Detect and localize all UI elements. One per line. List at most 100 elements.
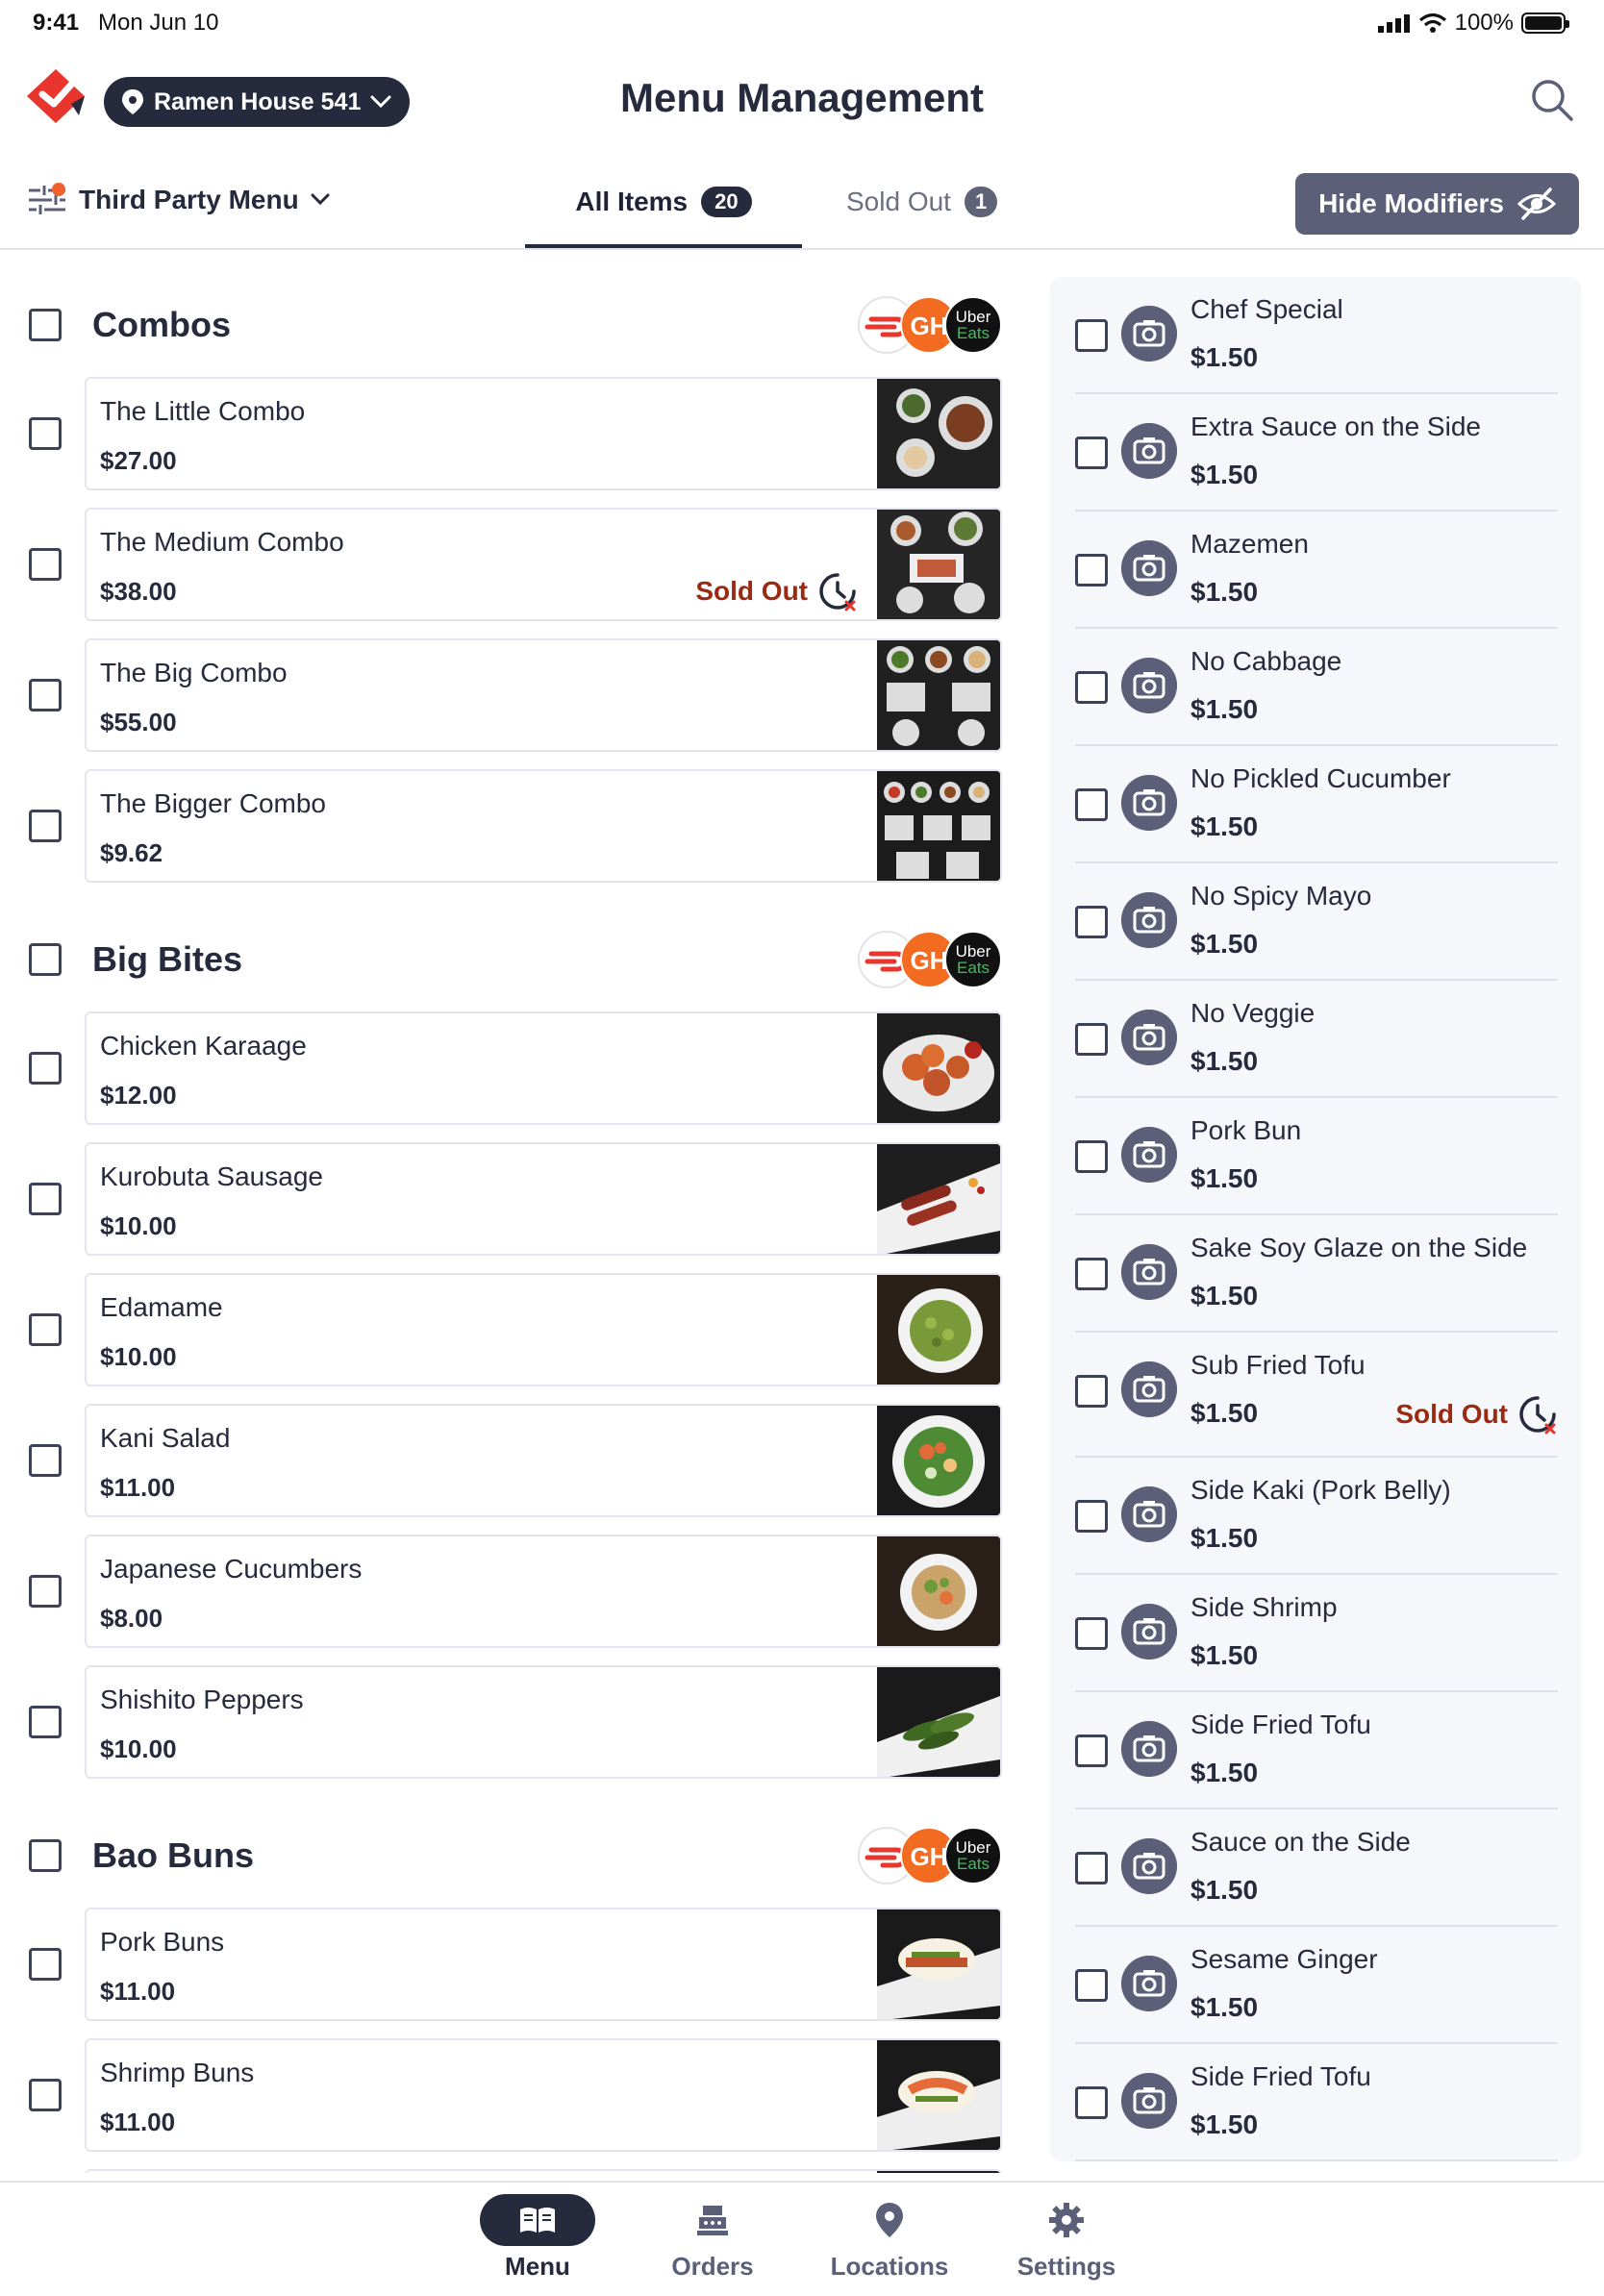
sold-out-tag[interactable]: Sold Out: [695, 571, 858, 611]
item-card[interactable]: Edamame $10.00: [85, 1273, 1002, 1386]
camera-icon[interactable]: [1121, 306, 1177, 362]
tab-all-items[interactable]: All Items 20: [525, 181, 802, 248]
modifier-checkbox[interactable]: [1075, 1023, 1108, 1056]
modifier-checkbox[interactable]: [1075, 437, 1108, 469]
modifier-checkbox[interactable]: [1075, 2086, 1108, 2119]
modifier-checkbox[interactable]: [1075, 671, 1108, 704]
menu-selector[interactable]: Third Party Menu: [27, 181, 330, 219]
menu-items-list[interactable]: Combos GH Uber Eats The Little Combo $27.…: [0, 252, 1019, 2173]
item-card[interactable]: The Bigger Combo $9.62: [85, 769, 1002, 883]
camera-icon[interactable]: [1121, 2073, 1177, 2129]
modifier-checkbox[interactable]: [1075, 1617, 1108, 1650]
menu-item-row[interactable]: Chicken Karaage $12.00: [29, 1011, 1002, 1125]
modifier-row[interactable]: Extra Sauce on the Side $1.50: [1075, 394, 1558, 512]
nav-settings[interactable]: Settings: [994, 2194, 1139, 2282]
modifier-row[interactable]: No Cabbage $1.50: [1075, 629, 1558, 746]
modifier-row[interactable]: Chef Special $1.50: [1075, 277, 1558, 394]
camera-icon[interactable]: [1121, 892, 1177, 948]
item-checkbox[interactable]: [29, 548, 62, 581]
item-checkbox[interactable]: [29, 679, 62, 711]
camera-icon[interactable]: [1121, 1956, 1177, 2011]
menu-item-row[interactable]: [29, 2169, 1002, 2173]
modifier-row[interactable]: No Veggie $1.50: [1075, 981, 1558, 1098]
nav-locations[interactable]: Locations: [817, 2194, 962, 2282]
camera-icon[interactable]: [1121, 1127, 1177, 1183]
item-checkbox[interactable]: [29, 1313, 62, 1346]
camera-icon[interactable]: [1121, 775, 1177, 831]
item-card[interactable]: Pork Buns $11.00: [85, 1908, 1002, 2021]
menu-item-row[interactable]: Kani Salad $11.00: [29, 1404, 1002, 1517]
item-card[interactable]: The Big Combo $55.00: [85, 638, 1002, 752]
item-card[interactable]: Shishito Peppers $10.00: [85, 1665, 1002, 1779]
menu-item-row[interactable]: Kurobuta Sausage $10.00: [29, 1142, 1002, 1256]
modifier-checkbox[interactable]: [1075, 554, 1108, 586]
item-card[interactable]: Shrimp Buns $11.00: [85, 2038, 1002, 2152]
menu-item-row[interactable]: The Bigger Combo $9.62: [29, 769, 1002, 883]
category-checkbox[interactable]: [29, 943, 62, 976]
camera-icon[interactable]: [1121, 658, 1177, 713]
item-card[interactable]: The Medium Combo $38.00 Sold Out: [85, 508, 1002, 621]
menu-item-row[interactable]: Edamame $10.00: [29, 1273, 1002, 1386]
camera-icon[interactable]: [1121, 540, 1177, 596]
menu-item-row[interactable]: The Little Combo $27.00: [29, 377, 1002, 490]
modifier-checkbox[interactable]: [1075, 788, 1108, 821]
modifier-row[interactable]: Sauce on the Side $1.50: [1075, 1809, 1558, 1927]
item-checkbox[interactable]: [29, 417, 62, 450]
item-checkbox[interactable]: [29, 1706, 62, 1738]
item-card[interactable]: Kani Salad $11.00: [85, 1404, 1002, 1517]
camera-icon[interactable]: [1121, 1486, 1177, 1542]
menu-item-row[interactable]: Pork Buns $11.00: [29, 1908, 1002, 2021]
modifier-row[interactable]: Side Fried Tofu $1.50: [1075, 2044, 1558, 2161]
modifier-checkbox[interactable]: [1075, 1375, 1108, 1408]
category-checkbox[interactable]: [29, 1839, 62, 1872]
item-checkbox[interactable]: [29, 1444, 62, 1477]
search-icon[interactable]: [1529, 77, 1575, 123]
item-card[interactable]: The Little Combo $27.00: [85, 377, 1002, 490]
menu-item-row[interactable]: Japanese Cucumbers $8.00: [29, 1535, 1002, 1648]
camera-icon[interactable]: [1121, 1244, 1177, 1300]
modifier-row[interactable]: No Spicy Mayo $1.50: [1075, 863, 1558, 981]
modifier-checkbox[interactable]: [1075, 1140, 1108, 1173]
item-card[interactable]: Chicken Karaage $12.00: [85, 1011, 1002, 1125]
modifier-checkbox[interactable]: [1075, 1852, 1108, 1884]
camera-icon[interactable]: [1121, 1721, 1177, 1777]
modifier-checkbox[interactable]: [1075, 1734, 1108, 1767]
item-checkbox[interactable]: [29, 1183, 62, 1215]
location-selector[interactable]: Ramen House 541: [104, 77, 410, 127]
item-checkbox[interactable]: [29, 1575, 62, 1608]
modifiers-panel[interactable]: Chef Special $1.50 Extra Sauce on the Side…: [1050, 277, 1581, 2161]
item-card[interactable]: [85, 2169, 1002, 2173]
menu-item-row[interactable]: Shishito Peppers $10.00: [29, 1665, 1002, 1779]
camera-icon[interactable]: [1121, 423, 1177, 479]
item-checkbox[interactable]: [29, 2079, 62, 2111]
modifier-checkbox[interactable]: [1075, 906, 1108, 938]
item-card[interactable]: Japanese Cucumbers $8.00: [85, 1535, 1002, 1648]
modifier-checkbox[interactable]: [1075, 1500, 1108, 1533]
menu-item-row[interactable]: The Big Combo $55.00: [29, 638, 1002, 752]
hide-modifiers-button[interactable]: Hide Modifiers: [1295, 173, 1579, 235]
item-checkbox[interactable]: [29, 1052, 62, 1085]
camera-icon[interactable]: [1121, 1010, 1177, 1065]
modifier-row[interactable]: No Pickled Cucumber $1.50: [1075, 746, 1558, 863]
sold-out-tag[interactable]: Sold Out: [1395, 1394, 1558, 1435]
camera-icon[interactable]: [1121, 1361, 1177, 1417]
modifier-checkbox[interactable]: [1075, 319, 1108, 352]
camera-icon[interactable]: [1121, 1838, 1177, 1894]
menu-item-row[interactable]: The Medium Combo $38.00 Sold Out: [29, 508, 1002, 621]
item-checkbox[interactable]: [29, 810, 62, 842]
item-checkbox[interactable]: [29, 1948, 62, 1981]
modifier-row[interactable]: Side Shrimp $1.50: [1075, 1575, 1558, 1692]
camera-icon[interactable]: [1121, 1604, 1177, 1660]
modifier-row[interactable]: Sub Fried Tofu $1.50 Sold Out: [1075, 1333, 1558, 1458]
menu-item-row[interactable]: Shrimp Buns $11.00: [29, 2038, 1002, 2152]
nav-menu[interactable]: Menu: [465, 2194, 610, 2282]
tab-sold-out[interactable]: Sold Out 1: [846, 181, 1039, 217]
modifier-row[interactable]: Sake Soy Glaze on the Side $1.50: [1075, 1215, 1558, 1333]
modifier-row[interactable]: Side Fried Tofu $1.50: [1075, 1692, 1558, 1809]
modifier-checkbox[interactable]: [1075, 1969, 1108, 2002]
modifier-row[interactable]: Pork Bun $1.50: [1075, 1098, 1558, 1215]
modifier-row[interactable]: Side Kaki (Pork Belly) $1.50: [1075, 1458, 1558, 1575]
modifier-row[interactable]: Sesame Ginger $1.50: [1075, 1927, 1558, 2044]
nav-orders[interactable]: Orders: [640, 2194, 785, 2282]
modifier-row[interactable]: Mazemen $1.50: [1075, 512, 1558, 629]
